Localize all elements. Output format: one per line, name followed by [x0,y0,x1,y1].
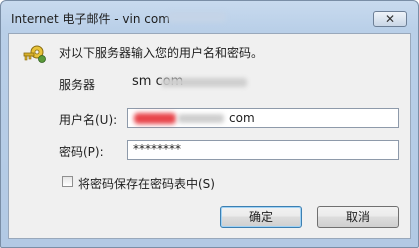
prompt-text: 对以下服务器输入您的用户名和密码。 [59,46,264,60]
redacted-title-segment [168,12,226,22]
close-icon: ✕ [384,12,396,26]
remember-password-label[interactable]: 将密码保存在密码表中(S) [78,175,215,192]
redacted-username-part [134,113,176,124]
username-label: 用户名(U): [59,113,118,127]
username-field[interactable]: com [127,108,399,128]
redacted-server [161,78,247,87]
password-field[interactable]: ******** [127,140,399,160]
remember-password-checkbox[interactable] [62,176,73,187]
dialog-window: Internet 电子邮件 - vin com ✕ 对以下服务器输入您的用户名和… [0,0,419,248]
key-icon [23,45,46,63]
dialog-body: 对以下服务器输入您的用户名和密码。 服务器 sm com 用户名(U): com… [8,33,411,239]
server-label: 服务器 [59,78,96,92]
window-title: Internet 电子邮件 - vin com [11,12,170,26]
cancel-button[interactable]: 取消 [317,206,399,228]
ok-button[interactable]: 确定 [220,206,302,228]
close-button[interactable]: ✕ [373,11,407,27]
title-bar[interactable]: Internet 电子邮件 - vin com ✕ [1,1,418,33]
redacted-username-domain [178,114,224,123]
password-label: 密码(P): [59,145,104,159]
username-value: com [229,111,255,125]
password-value: ******** [133,142,181,156]
